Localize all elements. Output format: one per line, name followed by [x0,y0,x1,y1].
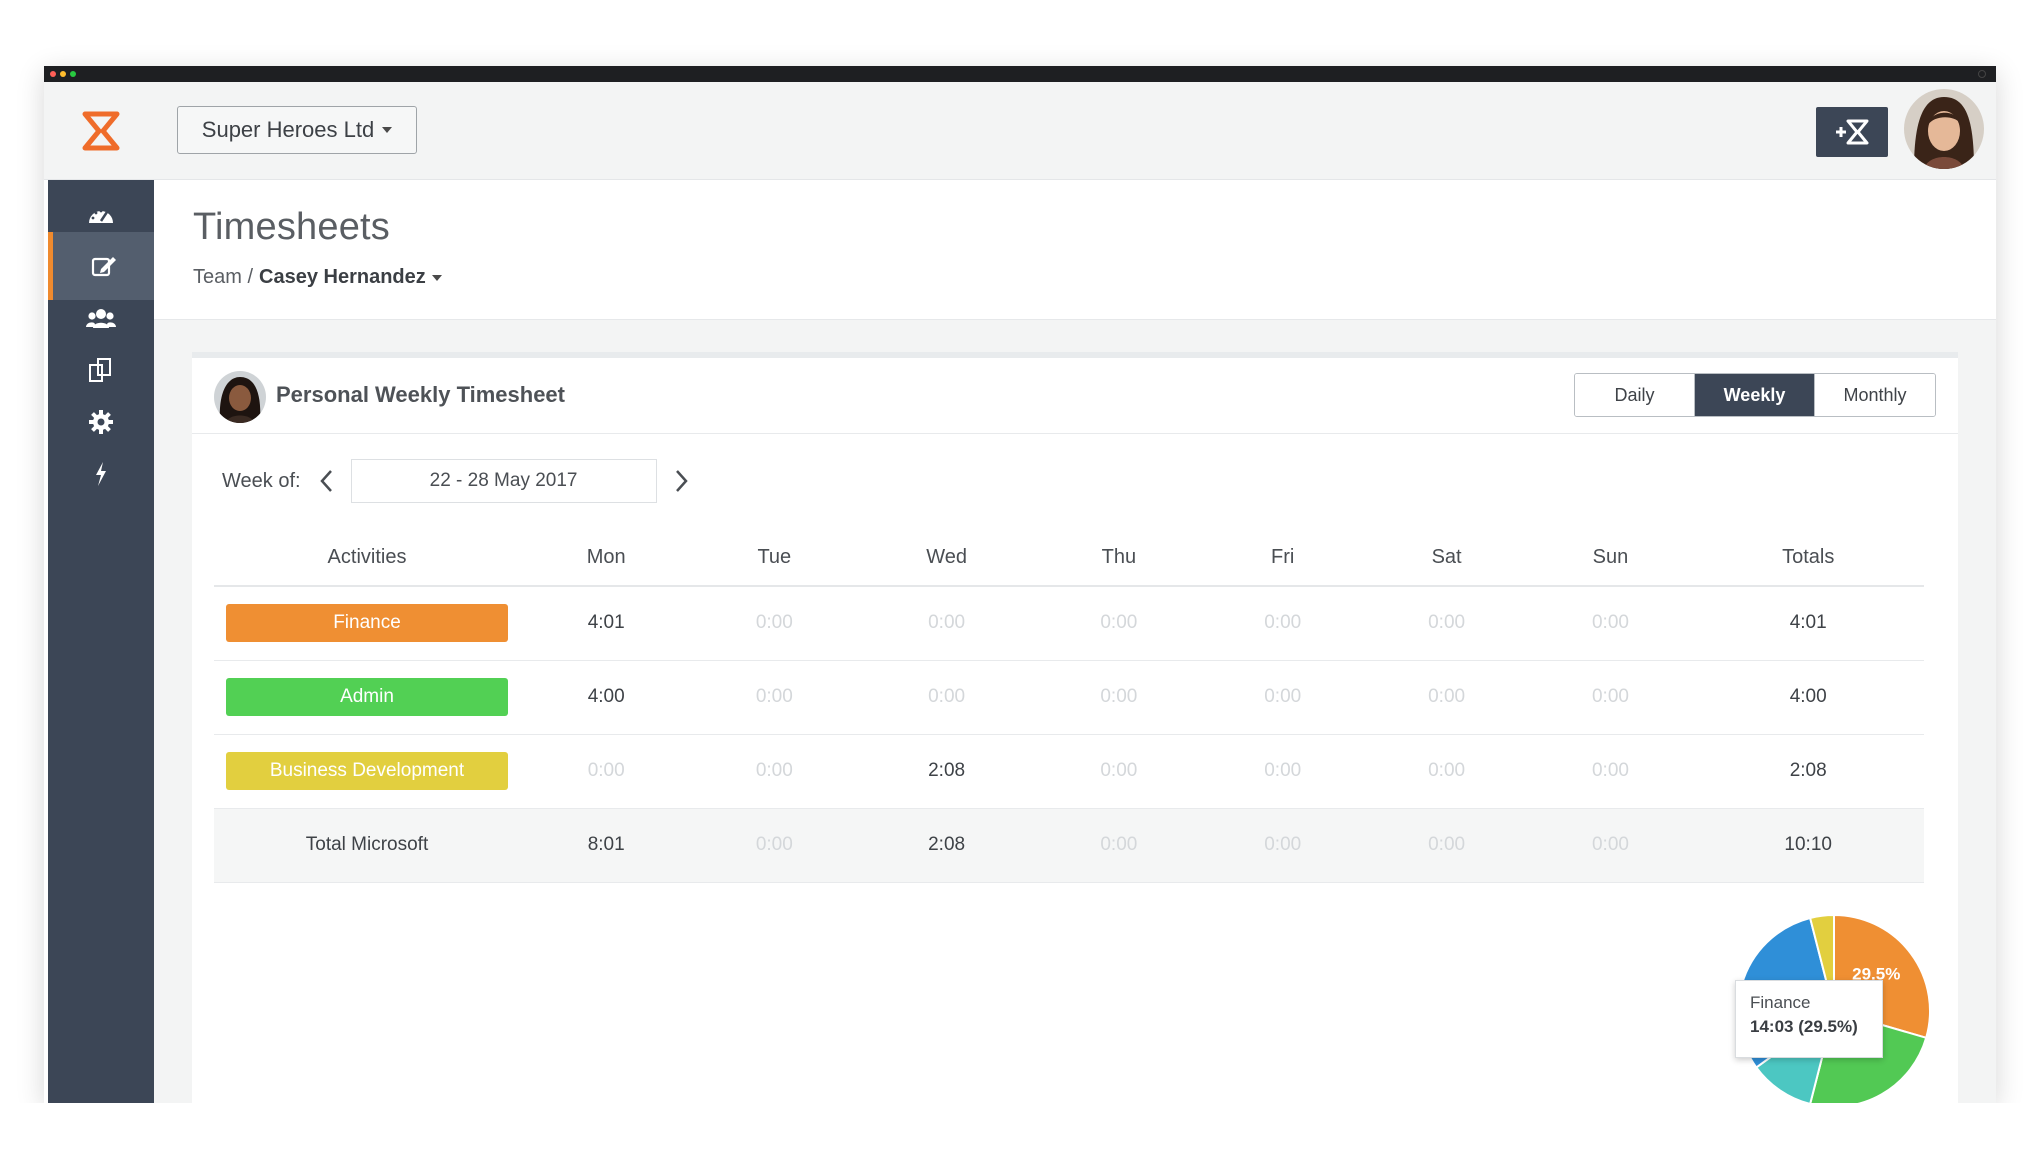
sidebar [48,180,154,1103]
add-timer-icon [1836,119,1869,145]
timesheet-card: Personal Weekly Timesheet Daily Weekly M… [192,352,1958,1112]
cell-time[interactable]: 0:00 [520,734,693,809]
cell-time[interactable]: 4:00 [520,660,693,735]
tab-weekly[interactable]: Weekly [1695,374,1815,416]
cell-time[interactable]: 0:00 [1364,586,1529,661]
chevron-down-icon [382,127,393,133]
activity-admin[interactable]: Admin [226,678,508,716]
cell-time[interactable]: 0:00 [856,586,1037,661]
cell-time[interactable]: 2:08 [856,734,1037,809]
add-timer-button[interactable] [1816,107,1888,157]
company-dropdown[interactable]: Super Heroes Ltd [177,106,417,154]
sidebar-item-integrations[interactable] [48,440,154,508]
col-wed: Wed [856,530,1037,587]
breadcrumb-team[interactable]: Team / [193,266,253,289]
cell-total: 2:08 [1692,734,1924,809]
col-tue: Tue [692,530,857,587]
chevron-right-icon [675,470,688,492]
activity-finance[interactable]: Finance [226,604,508,643]
cell-total: 4:01 [1692,586,1924,661]
cell-time[interactable]: 0:00 [1036,586,1201,661]
total-row: Total Microsoft 8:01 0:00 2:08 0:00 0:00… [214,808,1924,883]
window-control-icon [1978,70,1986,78]
col-sun: Sun [1528,530,1693,587]
dashboard-icon [89,209,113,223]
total-cell: 8:01 [520,808,693,883]
timesheet-edit-icon [91,257,116,277]
table-row: Business Development 0:00 0:00 2:08 0:00… [214,734,1924,809]
card-header: Personal Weekly Timesheet Daily Weekly M… [192,358,1958,434]
tooltip-label: Finance [1750,993,1811,1012]
cell-time[interactable]: 0:00 [1364,734,1529,809]
activity-business-development[interactable]: Business Development [226,752,508,790]
chevron-down-icon[interactable] [431,274,442,281]
prev-week-button[interactable] [311,459,341,503]
breadcrumb: Team / Casey Hernandez [193,266,442,289]
app-logo[interactable] [48,82,154,180]
maximize-dot[interactable] [70,71,76,77]
minimize-dot[interactable] [60,71,66,77]
hourglass-logo-icon [82,111,120,151]
top-bar: Super Heroes Ltd [44,82,1996,180]
week-date-input[interactable]: 22 - 28 May 2017 [350,459,657,503]
company-name: Super Heroes Ltd [201,117,375,142]
cell-time[interactable]: 0:00 [692,586,857,661]
tab-daily[interactable]: Daily [1575,374,1695,416]
col-activities: Activities [214,530,520,587]
cell-time[interactable]: 0:00 [1528,660,1693,735]
cell-time[interactable]: 0:00 [1528,734,1693,809]
col-fri: Fri [1200,530,1365,587]
total-cell: 0:00 [692,808,857,883]
total-cell: 2:08 [856,808,1037,883]
close-dot[interactable] [50,71,56,77]
page-header: Timesheets Team / Casey Hernandez [154,180,1996,320]
page-title: Timesheets [193,206,390,248]
cell-time[interactable]: 4:01 [520,586,693,661]
settings-icon [89,410,113,434]
projects-icon [89,358,111,382]
col-sat: Sat [1364,530,1529,587]
cell-time[interactable]: 0:00 [1200,586,1365,661]
table-row: Admin 4:00 0:00 0:00 0:00 0:00 0:00 0:00… [214,660,1924,735]
cell-time[interactable]: 0:00 [856,660,1037,735]
breadcrumb-person[interactable]: Casey Hernandez [259,266,426,289]
user-avatar[interactable] [1904,89,1984,169]
total-cell: 0:00 [1036,808,1201,883]
col-thu: Thu [1036,530,1201,587]
tooltip-value: 14:03 (29.5%) [1750,1017,1858,1036]
team-icon [86,309,116,328]
cell-time[interactable]: 0:00 [1364,660,1529,735]
chart-tooltip: Finance 14:03 (29.5%) [1735,980,1883,1058]
chevron-left-icon [319,470,332,492]
week-label: Week of: [222,469,301,492]
total-cell: 0:00 [1528,808,1693,883]
cell-time[interactable]: 0:00 [1036,734,1201,809]
timesheet-table: Activities Mon Tue Wed Thu Fri Sat Sun T… [214,530,1924,883]
col-mon: Mon [520,530,693,587]
total-label: Total Microsoft [214,808,520,883]
tab-monthly[interactable]: Monthly [1815,374,1935,416]
cell-time[interactable]: 0:00 [692,660,857,735]
window-chrome [44,66,1996,82]
cell-time[interactable]: 0:00 [692,734,857,809]
view-toggle: Daily Weekly Monthly [1574,373,1936,417]
page-bottom-margin [0,1103,2040,1171]
lightning-icon [96,462,106,486]
cell-total: 4:00 [1692,660,1924,735]
employee-avatar [214,371,266,423]
grand-total: 10:10 [1692,808,1924,883]
card-title: Personal Weekly Timesheet [276,382,565,407]
table-row: Finance 4:01 0:00 0:00 0:00 0:00 0:00 0:… [214,586,1924,661]
table-header-row: Activities Mon Tue Wed Thu Fri Sat Sun T… [214,530,1924,587]
next-week-button[interactable] [667,459,697,503]
cell-time[interactable]: 0:00 [1200,734,1365,809]
total-cell: 0:00 [1364,808,1529,883]
cell-time[interactable]: 0:00 [1528,586,1693,661]
col-totals: Totals [1692,530,1924,587]
total-cell: 0:00 [1200,808,1365,883]
cell-time[interactable]: 0:00 [1036,660,1201,735]
week-selector: Week of: 22 - 28 May 2017 [222,459,697,503]
cell-time[interactable]: 0:00 [1200,660,1365,735]
